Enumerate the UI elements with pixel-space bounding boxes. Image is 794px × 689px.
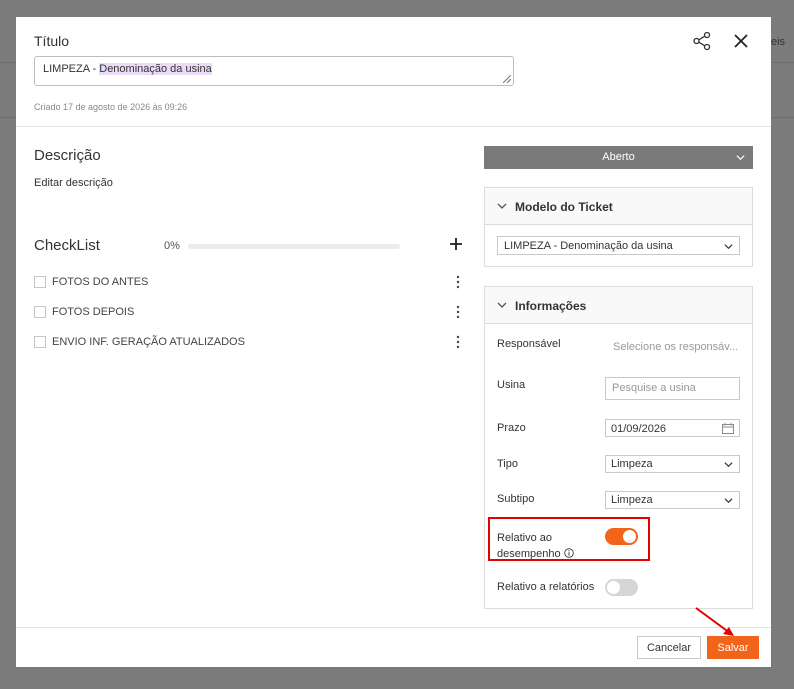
status-select[interactable]: Aberto <box>484 146 753 169</box>
checklist-heading: CheckList <box>34 237 100 254</box>
chevron-down-icon <box>497 302 507 308</box>
share-icon[interactable] <box>692 31 712 51</box>
prazo-value: 01/09/2026 <box>611 423 667 435</box>
title-text-prefix: LIMPEZA - <box>43 63 100 75</box>
annotation-highlight-box <box>488 517 650 561</box>
usina-search-input[interactable]: Pesquise a usina <box>605 377 740 400</box>
checklist-item-label: ENVIO INF. GERAÇÃO ATUALIZADOS <box>52 336 245 348</box>
checklist-item: FOTOS DO ANTES <box>34 274 464 294</box>
responsavel-label: Responsável <box>497 338 561 350</box>
usina-label: Usina <box>497 379 526 391</box>
backdrop-text: eis <box>771 36 786 48</box>
checklist-item-checkbox[interactable] <box>34 336 46 348</box>
close-icon[interactable] <box>731 31 751 51</box>
info-heading: Informações <box>515 299 587 313</box>
ticket-model-select[interactable]: LIMPEZA - Denominação da usina <box>497 236 740 255</box>
tipo-value: Limpeza <box>611 458 653 470</box>
checklist-progress-text: 0% <box>164 240 180 252</box>
responsavel-select[interactable]: Selecione os responsáv... <box>613 341 738 353</box>
chevron-down-icon <box>724 244 733 250</box>
chevron-down-icon <box>497 203 507 209</box>
created-timestamp: Criado 17 de agosto de 2026 às 09:26 <box>34 102 188 112</box>
annotation-arrow-icon <box>695 607 734 636</box>
checklist-item-label: FOTOS DO ANTES <box>52 276 149 288</box>
modal-header: Título LIMPEZA - Denominação da usina Cr… <box>16 17 771 127</box>
chevron-down-icon <box>724 498 733 504</box>
ticket-model-heading: Modelo do Ticket <box>515 200 613 214</box>
checklist-item-label: FOTOS DEPOIS <box>52 306 135 318</box>
tipo-label: Tipo <box>497 458 518 470</box>
checklist-item-checkbox[interactable] <box>34 276 46 288</box>
subtipo-value: Limpeza <box>611 494 653 506</box>
edit-description-link[interactable]: Editar descrição <box>34 177 113 189</box>
modal-footer: Cancelar Salvar <box>16 627 771 667</box>
prazo-date-input[interactable]: 01/09/2026 <box>605 419 740 437</box>
kebab-menu-icon[interactable] <box>452 274 464 290</box>
checklist-item: FOTOS DEPOIS <box>34 304 464 324</box>
title-input[interactable]: LIMPEZA - Denominação da usina <box>34 56 514 86</box>
title-label: Título <box>34 33 70 49</box>
checklist-progress-bar <box>188 244 400 249</box>
info-panel-header[interactable]: Informações <box>485 287 752 324</box>
subtipo-label: Subtipo <box>497 493 535 505</box>
ticket-model-panel-header[interactable]: Modelo do Ticket <box>485 188 752 225</box>
ticket-model-panel: Modelo do Ticket LIMPEZA - Denominação d… <box>484 187 753 267</box>
chevron-down-icon <box>724 462 733 468</box>
kebab-menu-icon[interactable] <box>452 304 464 320</box>
relatorios-label: Relativo a relatórios <box>497 581 595 593</box>
add-checklist-item-icon[interactable] <box>448 236 464 252</box>
ticket-modal: Título LIMPEZA - Denominação da usina Cr… <box>16 17 771 667</box>
cancel-button[interactable]: Cancelar <box>637 636 701 659</box>
ticket-model-value: LIMPEZA - Denominação da usina <box>504 240 673 252</box>
checklist-item-checkbox[interactable] <box>34 306 46 318</box>
toggle-knob <box>607 581 620 594</box>
subtipo-select[interactable]: Limpeza <box>605 491 740 509</box>
kebab-menu-icon[interactable] <box>452 334 464 350</box>
checklist-item: ENVIO INF. GERAÇÃO ATUALIZADOS <box>34 334 464 354</box>
calendar-icon[interactable] <box>722 423 734 434</box>
prazo-label: Prazo <box>497 422 526 434</box>
description-heading: Descrição <box>34 147 101 164</box>
relatorios-toggle[interactable] <box>605 579 638 596</box>
tipo-select[interactable]: Limpeza <box>605 455 740 473</box>
status-value: Aberto <box>602 151 635 163</box>
resize-grip-icon[interactable] <box>503 75 511 83</box>
chevron-down-icon <box>736 155 745 161</box>
title-text-highlight: Denominação da usina <box>99 63 212 75</box>
